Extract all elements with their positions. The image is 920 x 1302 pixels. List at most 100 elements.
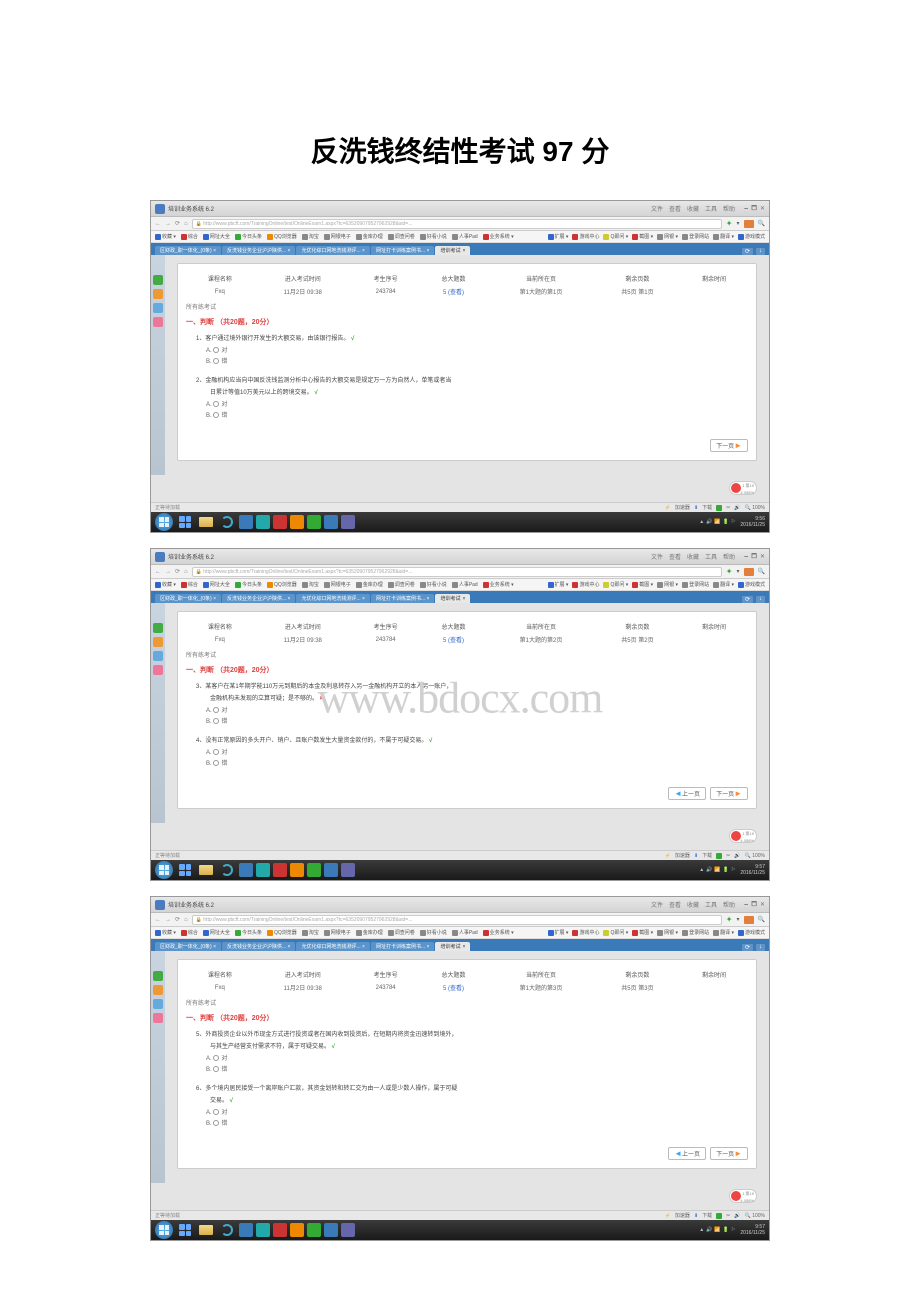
tab-control[interactable]: ⟳ [742,596,753,603]
tool-icon[interactable]: ✂ [726,1213,730,1219]
bookmark-item[interactable]: 今日头条 [235,929,262,936]
breadcrumb[interactable]: 所有练考试 [186,302,748,311]
bookmark-item[interactable]: 游戏中心 [572,929,599,936]
menubar-item[interactable]: 帮助 [723,552,735,561]
taskbar-app[interactable] [341,863,355,877]
sidebar-widget[interactable] [153,1013,163,1023]
taskbar-folder[interactable] [197,515,215,529]
back-button[interactable]: ← [155,569,161,575]
answer-option[interactable]: A. 对 [206,399,748,408]
bookmark-item[interactable]: 网址大全 [203,581,230,588]
browser-tab[interactable]: 培训考试× [435,942,470,951]
taskbar-app[interactable] [176,1223,194,1237]
menubar-item[interactable]: 文件 [651,204,663,213]
taskbar-app[interactable] [341,515,355,529]
bookmark-item[interactable]: Q即问 ▾ [603,233,628,240]
tool-icon[interactable]: 🔊 [734,505,740,511]
taskbar-app[interactable] [324,863,338,877]
bookmark-item[interactable]: 金库办理 [356,233,383,240]
browser-tab[interactable]: 允优化综口网地洗钱测评... × [296,246,369,255]
taskbar-app[interactable] [256,863,270,877]
tab-control[interactable]: ⟳ [742,944,753,951]
radio-icon[interactable] [213,718,219,724]
answer-option[interactable]: B. 错 [206,758,748,767]
bookmark-item[interactable]: 业务系统 ▾ [483,929,514,936]
window-controls[interactable]: 🗕🗖✕ [741,552,765,562]
accelerator-icon[interactable]: ⚡ [665,1213,671,1219]
radio-icon[interactable] [213,347,219,353]
reload-button[interactable]: ⟳ [175,568,180,575]
bookmark-item[interactable]: 好看小说 [420,581,447,588]
browser-tab[interactable]: 允优化综口网地洗钱测评... × [296,942,369,951]
bookmark-item[interactable]: 人事Pad [452,929,478,936]
bookmark-item[interactable]: 好看小说 [420,233,447,240]
forward-button[interactable]: → [165,569,171,575]
url-input[interactable]: 🔒 http://www.pbcft.com/TrainingOnline/te… [192,567,722,577]
tray-icons[interactable]: ▲🔊📶🔋⚐ [699,867,737,873]
taskbar-app[interactable] [273,515,287,529]
bookmark-item[interactable]: 好看小说 [420,929,447,936]
answer-option[interactable]: B. 错 [206,410,748,419]
tab-control[interactable]: ⟳ [742,248,753,255]
sidebar-widget[interactable] [153,985,163,995]
bookmark-item[interactable]: QQ浏览器 [267,233,297,240]
tray-icons[interactable]: ▲🔊📶🔋⚐ [699,519,737,525]
answer-option[interactable]: A. 对 [206,1107,748,1116]
home-button[interactable]: ⌂ [184,917,188,923]
browser-tab[interactable]: 区财政_职一体化_(0条) × [155,942,221,951]
bookmark-item[interactable]: 登录网站 [682,233,709,240]
bookmark-item[interactable]: 网银电子 [324,233,351,240]
download-icon[interactable]: ⬇ [694,1213,698,1219]
bookmark-item[interactable]: 截图 ▾ [632,233,653,240]
bookmark-item[interactable]: 人事Pad [452,581,478,588]
accelerator-icon[interactable]: ⚡ [665,505,671,511]
bookmark-item[interactable]: 业务系统 ▾ [483,581,514,588]
sidebar-widget[interactable] [153,303,163,313]
taskbar-folder[interactable] [197,1223,215,1237]
bookmark-item[interactable]: 扩展 ▾ [548,581,569,588]
prev-page-button[interactable]: ◄上一页 [668,787,706,800]
tool-icon[interactable]: 🔊 [734,853,740,859]
next-page-button[interactable]: 下一页► [710,439,748,452]
taskbar-app[interactable] [341,1223,355,1237]
bookmark-item[interactable]: 业务系统 ▾ [483,233,514,240]
menubar-item[interactable]: 帮助 [723,204,735,213]
view-link[interactable]: (查看) [448,986,464,992]
taskbar-app[interactable] [290,1223,304,1237]
taskbar-app[interactable] [273,1223,287,1237]
bookmark-item[interactable]: 综合 [181,233,198,240]
taskbar-app[interactable] [239,515,253,529]
bookmark-item[interactable]: 网银 ▾ [657,581,678,588]
bookmark-item[interactable]: 网址大全 [203,233,230,240]
answer-option[interactable]: B. 错 [206,716,748,725]
bookmark-item[interactable]: 淘宝 [302,581,319,588]
download-icon[interactable]: ⬇ [694,853,698,859]
next-page-button[interactable]: 下一页► [710,1147,748,1160]
radio-icon[interactable] [213,1120,219,1126]
radio-icon[interactable] [213,707,219,713]
browser-tab[interactable]: 培训考试× [435,246,470,255]
bookmark-item[interactable]: 调查问卷 [388,929,415,936]
menu-button[interactable] [744,568,754,576]
bookmark-item[interactable]: 金库办理 [356,581,383,588]
bookmark-item[interactable]: 翻译 ▾ [713,233,734,240]
bookmark-item[interactable]: 游戏模式 [738,233,765,240]
radio-icon[interactable] [213,401,219,407]
browser-tab[interactable]: 培训考试× [435,594,470,603]
taskbar-app[interactable] [273,863,287,877]
sidebar-widget[interactable] [153,623,163,633]
bookmark-star-icon[interactable]: ✦ [726,915,733,924]
menubar-item[interactable]: 工具 [705,552,717,561]
bookmark-item[interactable]: 淘宝 [302,929,319,936]
bookmark-item[interactable]: 网银电子 [324,581,351,588]
reload-button[interactable]: ⟳ [175,220,180,227]
radio-icon[interactable] [213,749,219,755]
taskbar-app[interactable] [307,515,321,529]
taskbar-app[interactable] [239,1223,253,1237]
search-icon[interactable]: 🔍 [758,568,765,575]
menubar-item[interactable]: 查看 [669,204,681,213]
bookmark-item[interactable]: 人事Pad [452,233,478,240]
browser-tab[interactable]: 反洗钱业务企业沪沪陕供... × [222,246,295,255]
taskbar-folder[interactable] [197,863,215,877]
window-controls[interactable]: 🗕🗖✕ [741,900,765,910]
